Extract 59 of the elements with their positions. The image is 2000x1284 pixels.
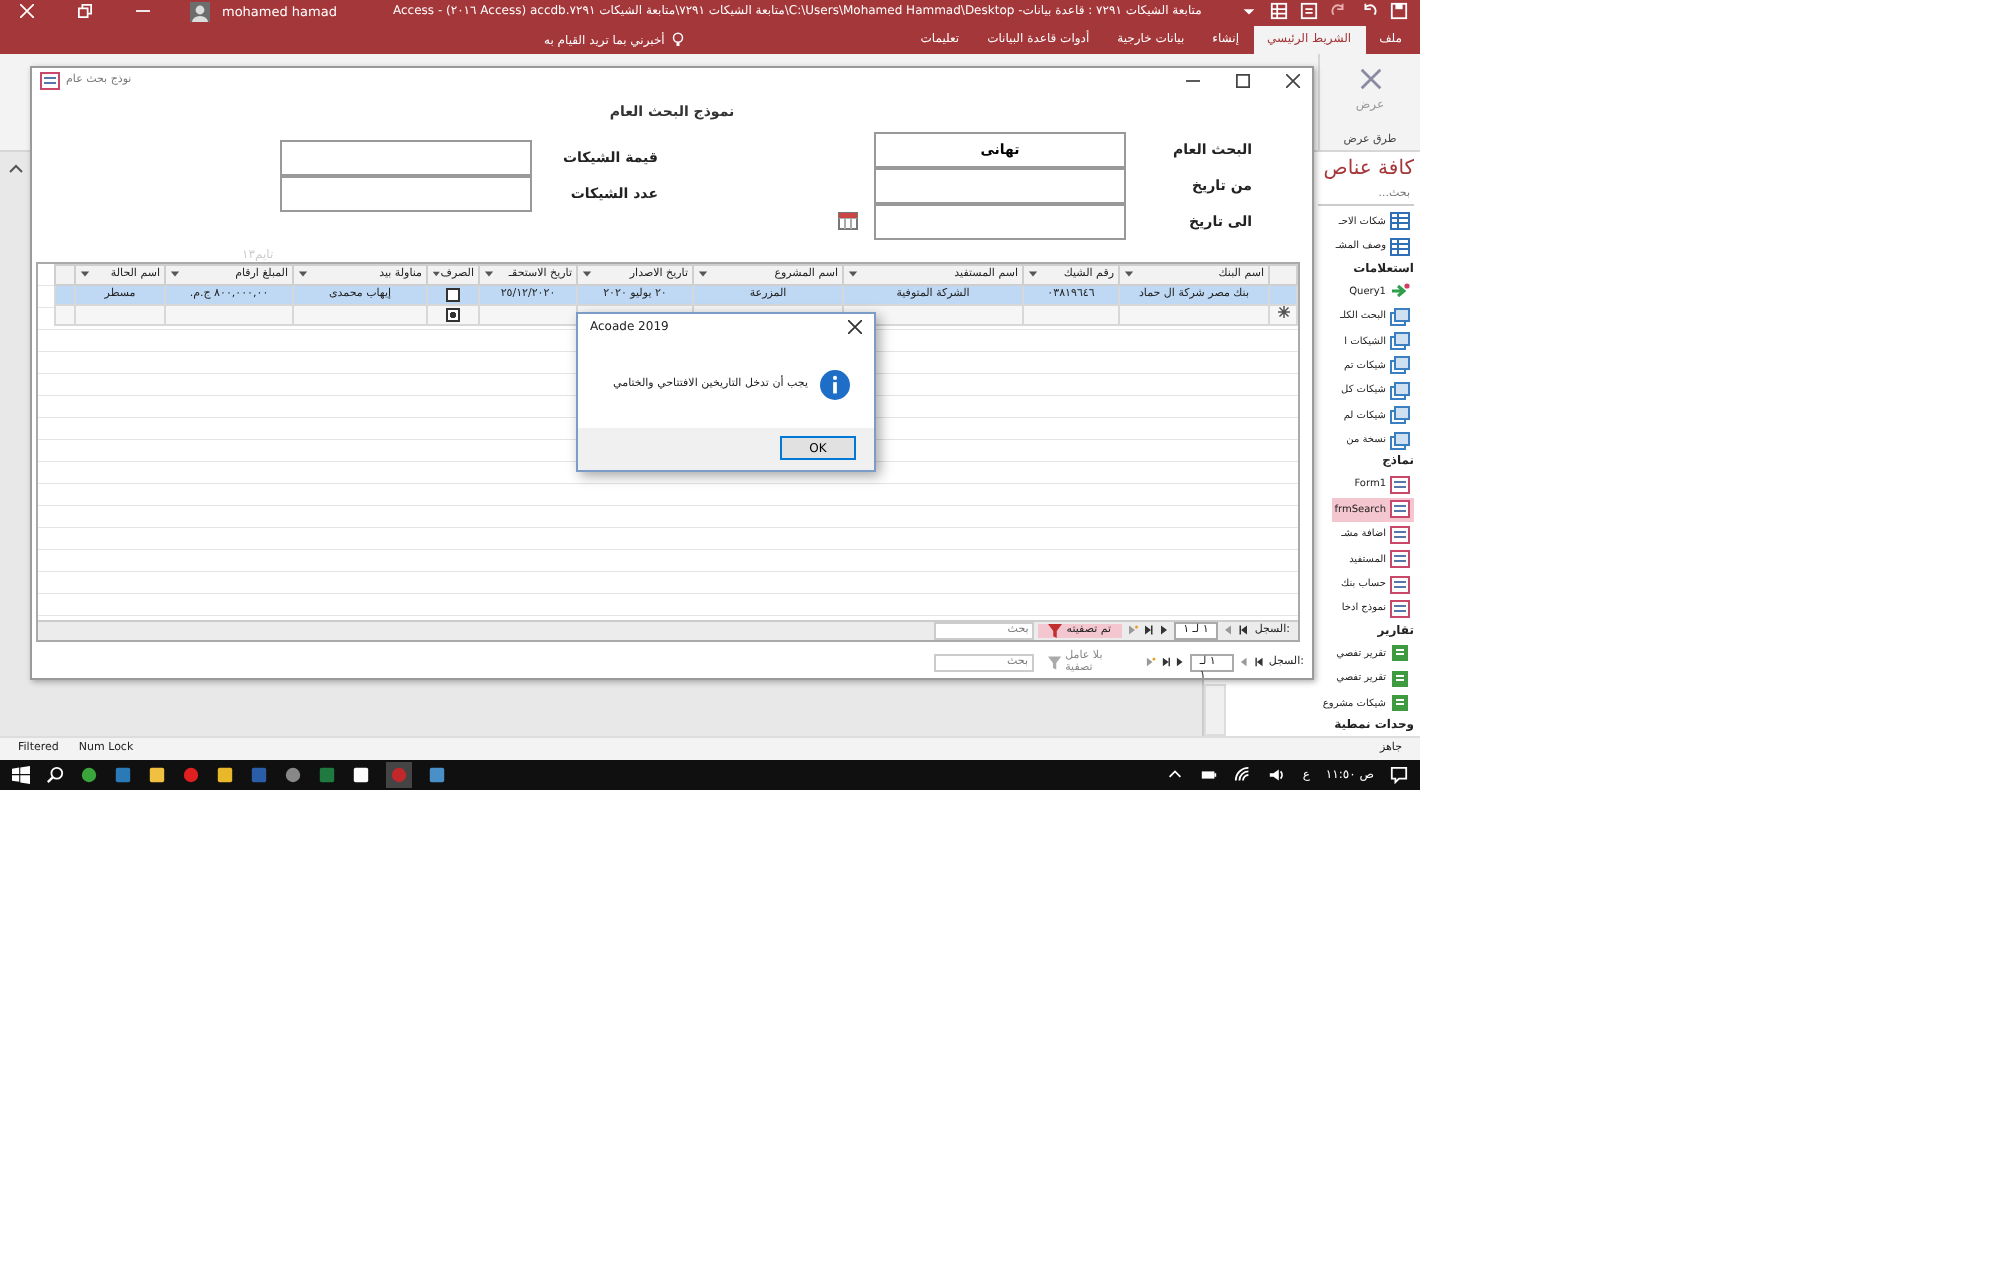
volume-icon[interactable] bbox=[1268, 766, 1287, 784]
form-icon bbox=[1390, 525, 1410, 544]
dropdown-caret-icon[interactable] bbox=[80, 270, 90, 279]
lightbulb-icon bbox=[672, 32, 685, 49]
close-icon[interactable] bbox=[848, 320, 862, 335]
save-icon[interactable] bbox=[1390, 2, 1408, 21]
table-icon[interactable] bbox=[1270, 2, 1288, 21]
input-field[interactable] bbox=[874, 167, 1126, 204]
input-field[interactable] bbox=[874, 203, 1126, 240]
start-icon[interactable] bbox=[12, 766, 30, 784]
dropdown-caret-icon[interactable] bbox=[582, 270, 592, 279]
last-record-icon[interactable] bbox=[1141, 624, 1154, 637]
avatar-icon bbox=[190, 1, 210, 22]
table-icon bbox=[1390, 212, 1410, 231]
dropdown-caret-icon[interactable] bbox=[1124, 270, 1134, 279]
first-record-icon[interactable] bbox=[1253, 656, 1265, 669]
close-icon bbox=[20, 4, 34, 19]
form-icon bbox=[1390, 599, 1410, 618]
dropdown-caret-icon[interactable] bbox=[484, 270, 494, 279]
form-icon bbox=[1390, 475, 1410, 494]
close-icon[interactable] bbox=[1286, 73, 1300, 88]
form-icon bbox=[1390, 500, 1410, 519]
restore-icon bbox=[78, 4, 92, 19]
form-icon bbox=[40, 71, 60, 90]
form-icon bbox=[1390, 550, 1410, 569]
report-icon bbox=[1390, 669, 1410, 688]
table-icon bbox=[1390, 237, 1410, 256]
filter-icon bbox=[1048, 655, 1062, 670]
last-record-icon[interactable] bbox=[1159, 656, 1171, 669]
dropdown-caret-icon[interactable] bbox=[170, 270, 180, 279]
input-field[interactable] bbox=[280, 139, 532, 176]
first-record-icon[interactable] bbox=[1238, 624, 1251, 637]
arrow-icon bbox=[1390, 282, 1410, 301]
checkbox[interactable] bbox=[446, 287, 460, 302]
form-icon[interactable] bbox=[1300, 2, 1318, 21]
dropdown-caret-icon[interactable] bbox=[432, 270, 441, 279]
battery-icon[interactable] bbox=[1200, 766, 1219, 784]
dropdown-caret-icon[interactable] bbox=[1028, 270, 1038, 279]
scroll-bar[interactable] bbox=[1204, 683, 1226, 736]
next-record-icon[interactable] bbox=[1157, 624, 1170, 637]
navigation-pane-title: كافة عناص bbox=[1323, 155, 1414, 184]
checkbox[interactable] bbox=[446, 307, 460, 322]
undo-icon[interactable] bbox=[1360, 2, 1378, 21]
info-icon bbox=[820, 369, 850, 400]
calendar-icon[interactable] bbox=[838, 212, 858, 231]
report-icon bbox=[1390, 644, 1410, 663]
input-field[interactable] bbox=[280, 175, 532, 212]
maximize-icon[interactable] bbox=[1236, 73, 1250, 88]
new-record-icon bbox=[1277, 306, 1289, 319]
collapse-caret-icon[interactable] bbox=[8, 163, 24, 174]
search-icon[interactable] bbox=[46, 766, 64, 784]
wifi-icon[interactable] bbox=[1234, 766, 1253, 784]
redo-icon[interactable] bbox=[1330, 2, 1348, 21]
dropdown-caret-icon[interactable] bbox=[848, 270, 858, 279]
report-icon bbox=[1390, 694, 1410, 713]
dropdown-caret-icon[interactable] bbox=[298, 270, 308, 279]
form-icon bbox=[1390, 575, 1410, 594]
notification-icon[interactable] bbox=[1390, 766, 1408, 784]
dropdown-caret-icon[interactable] bbox=[698, 270, 708, 279]
